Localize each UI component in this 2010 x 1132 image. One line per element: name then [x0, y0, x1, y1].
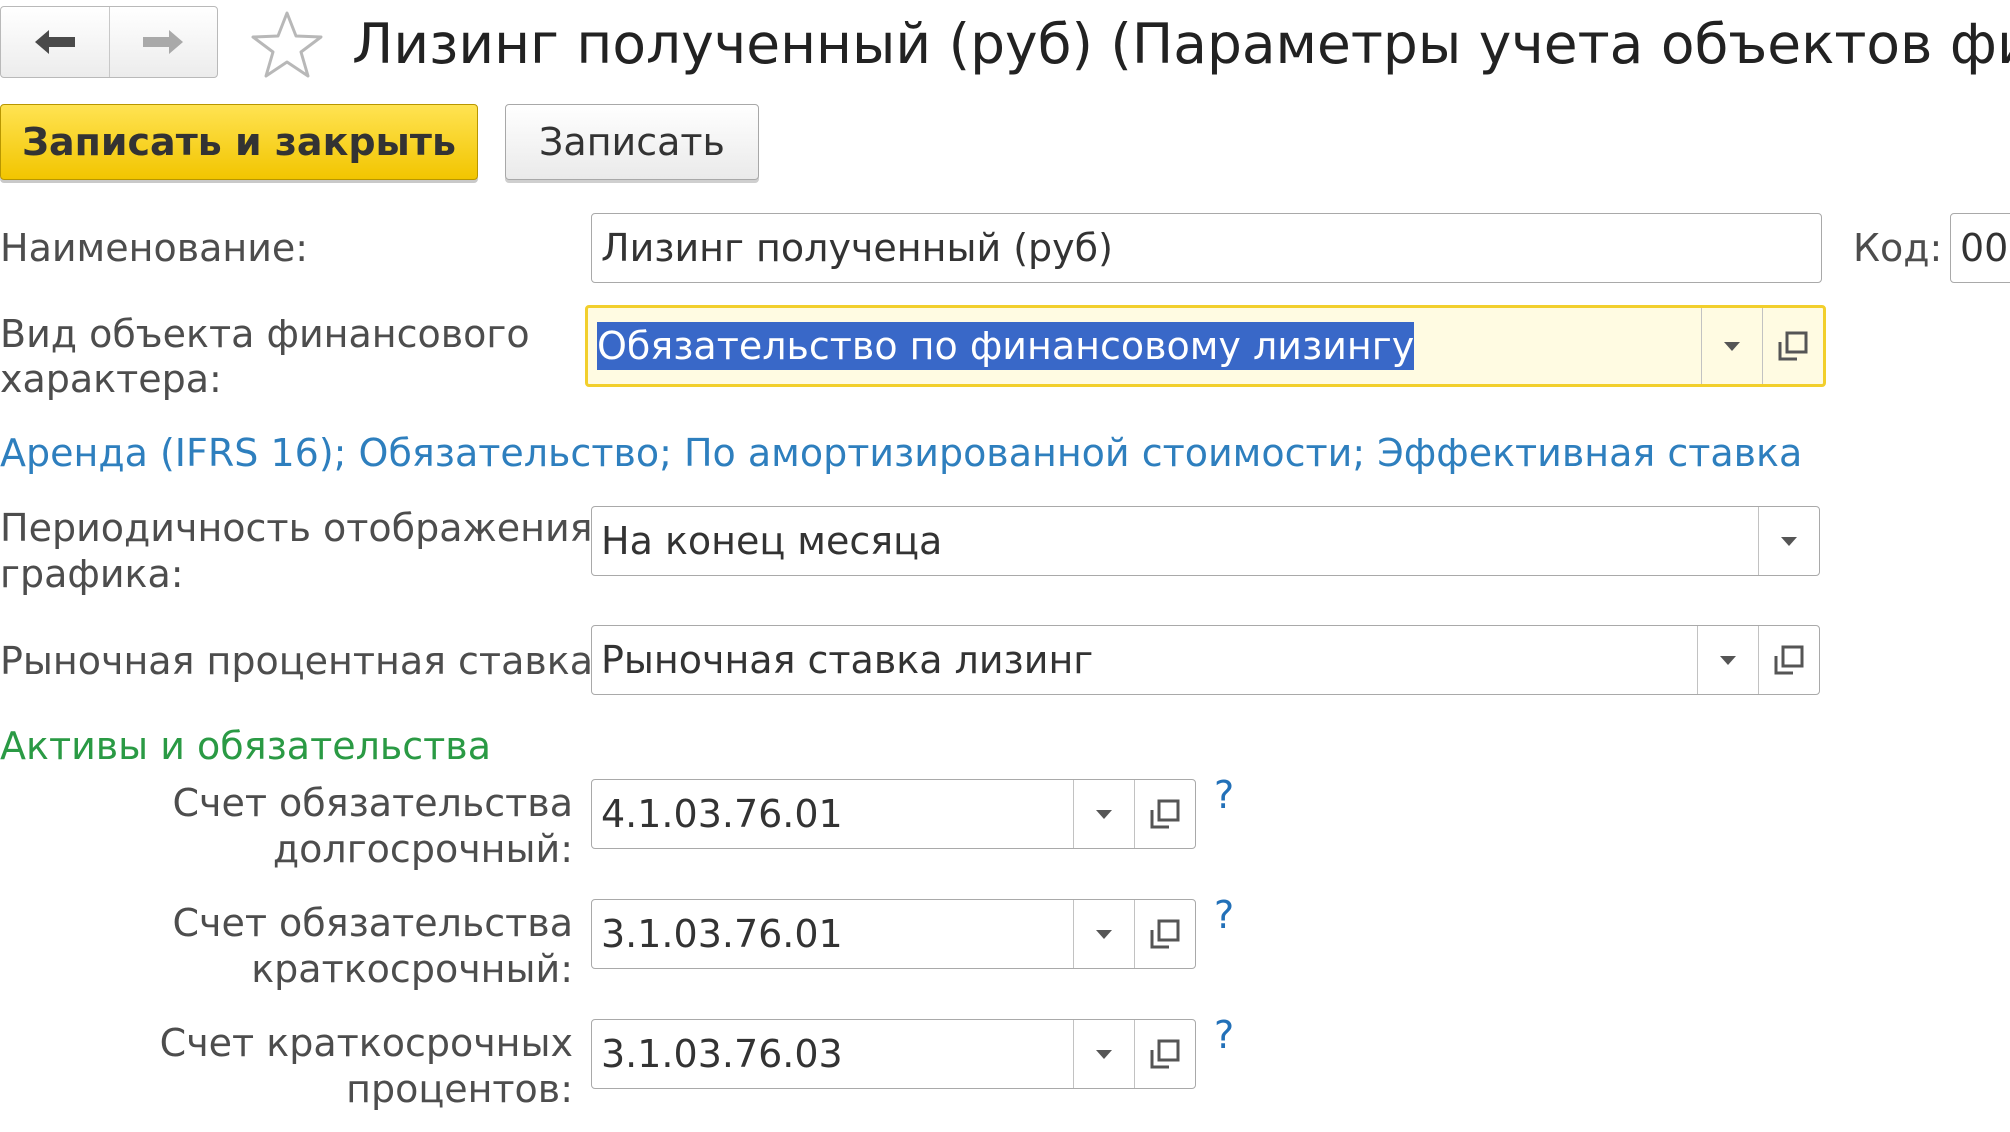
account-long-term-open-button[interactable]: [1134, 780, 1195, 848]
periodicity-label-line1: Периодичность отображения: [0, 506, 593, 550]
periodicity-field[interactable]: На конец месяца: [591, 506, 1820, 576]
periodicity-dropdown-button[interactable]: [1758, 507, 1819, 575]
market-rate-label: Рыночная процентная ставка:: [0, 639, 606, 683]
object-type-selected-text: Обязательство по финансовому лизингу: [597, 322, 1415, 370]
account-interest-label-line2: процентов:: [346, 1067, 573, 1111]
account-interest-help-icon[interactable]: ?: [1214, 1013, 1234, 1057]
object-type-dropdown-button[interactable]: [1701, 308, 1762, 384]
back-button[interactable]: [1, 7, 109, 77]
account-short-term-dropdown-button[interactable]: [1073, 900, 1134, 968]
account-interest-dropdown-button[interactable]: [1073, 1020, 1134, 1088]
chevron-down-icon: [1724, 341, 1740, 351]
object-type-label-line2: характера:: [0, 357, 222, 401]
star-icon[interactable]: [250, 10, 324, 80]
page-title: Лизинг полученный (руб) (Параметры учета…: [352, 12, 2010, 76]
object-type-value: Обязательство по финансовому лизингу: [588, 308, 1701, 384]
market-rate-field[interactable]: Рыночная ставка лизинг: [591, 625, 1820, 695]
chevron-down-icon: [1720, 655, 1736, 665]
chevron-down-icon: [1096, 809, 1112, 819]
account-short-term-help-icon[interactable]: ?: [1214, 893, 1234, 937]
account-short-term-label-line1: Счет обязательства: [172, 901, 573, 945]
chevron-down-icon: [1781, 536, 1797, 546]
open-form-icon: [1150, 1039, 1180, 1069]
market-rate-dropdown-button[interactable]: [1697, 626, 1758, 694]
open-form-icon: [1778, 331, 1808, 361]
section-assets-title: Активы и обязательства: [0, 724, 491, 768]
account-short-term-open-button[interactable]: [1134, 900, 1195, 968]
periodicity-value: На конец месяца: [601, 519, 943, 563]
account-long-term-label-line2: долгосрочный:: [272, 827, 573, 871]
account-interest-field[interactable]: 3.1.03.76.03: [591, 1019, 1196, 1089]
object-type-label-line1: Вид объекта финансового: [0, 312, 530, 356]
name-field[interactable]: Лизинг полученный (руб): [591, 213, 1822, 283]
object-type-field[interactable]: Обязательство по финансовому лизингу: [585, 305, 1826, 387]
navigation-group: [0, 6, 218, 78]
chevron-down-icon: [1096, 1049, 1112, 1059]
account-short-term-label-line2: краткосрочный:: [251, 947, 573, 991]
code-field[interactable]: 000: [1950, 213, 2010, 283]
account-interest-label-line1: Счет краткосрочных: [159, 1021, 573, 1065]
open-form-icon: [1150, 799, 1180, 829]
name-label: Наименование:: [0, 226, 309, 270]
account-long-term-help-icon[interactable]: ?: [1214, 773, 1234, 817]
open-form-icon: [1150, 919, 1180, 949]
account-long-term-value: 4.1.03.76.01: [601, 792, 843, 836]
save-and-close-button[interactable]: Записать и закрыть: [0, 104, 478, 180]
save-button[interactable]: Записать: [505, 104, 759, 180]
form-window: Лизинг полученный (руб) (Параметры учета…: [0, 0, 2010, 1132]
account-short-term-value: 3.1.03.76.01: [601, 912, 843, 956]
account-long-term-dropdown-button[interactable]: [1073, 780, 1134, 848]
account-long-term-label-line1: Счет обязательства: [172, 781, 573, 825]
name-value: Лизинг полученный (руб): [601, 226, 1113, 270]
forward-button[interactable]: [108, 7, 218, 77]
account-interest-value: 3.1.03.76.03: [601, 1032, 843, 1076]
object-type-open-button[interactable]: [1762, 308, 1823, 384]
account-long-term-field[interactable]: 4.1.03.76.01: [591, 779, 1196, 849]
object-properties-link[interactable]: Аренда (IFRS 16); Обязательство; По амор…: [0, 430, 1802, 476]
periodicity-label-line2: графика:: [0, 552, 184, 596]
code-label: Код:: [1853, 226, 1943, 270]
arrow-left-icon: [34, 30, 75, 54]
arrow-right-icon: [143, 30, 184, 54]
market-rate-open-button[interactable]: [1758, 626, 1819, 694]
market-rate-value: Рыночная ставка лизинг: [601, 638, 1094, 682]
open-form-icon: [1774, 645, 1804, 675]
account-interest-open-button[interactable]: [1134, 1020, 1195, 1088]
account-short-term-field[interactable]: 3.1.03.76.01: [591, 899, 1196, 969]
chevron-down-icon: [1096, 929, 1112, 939]
